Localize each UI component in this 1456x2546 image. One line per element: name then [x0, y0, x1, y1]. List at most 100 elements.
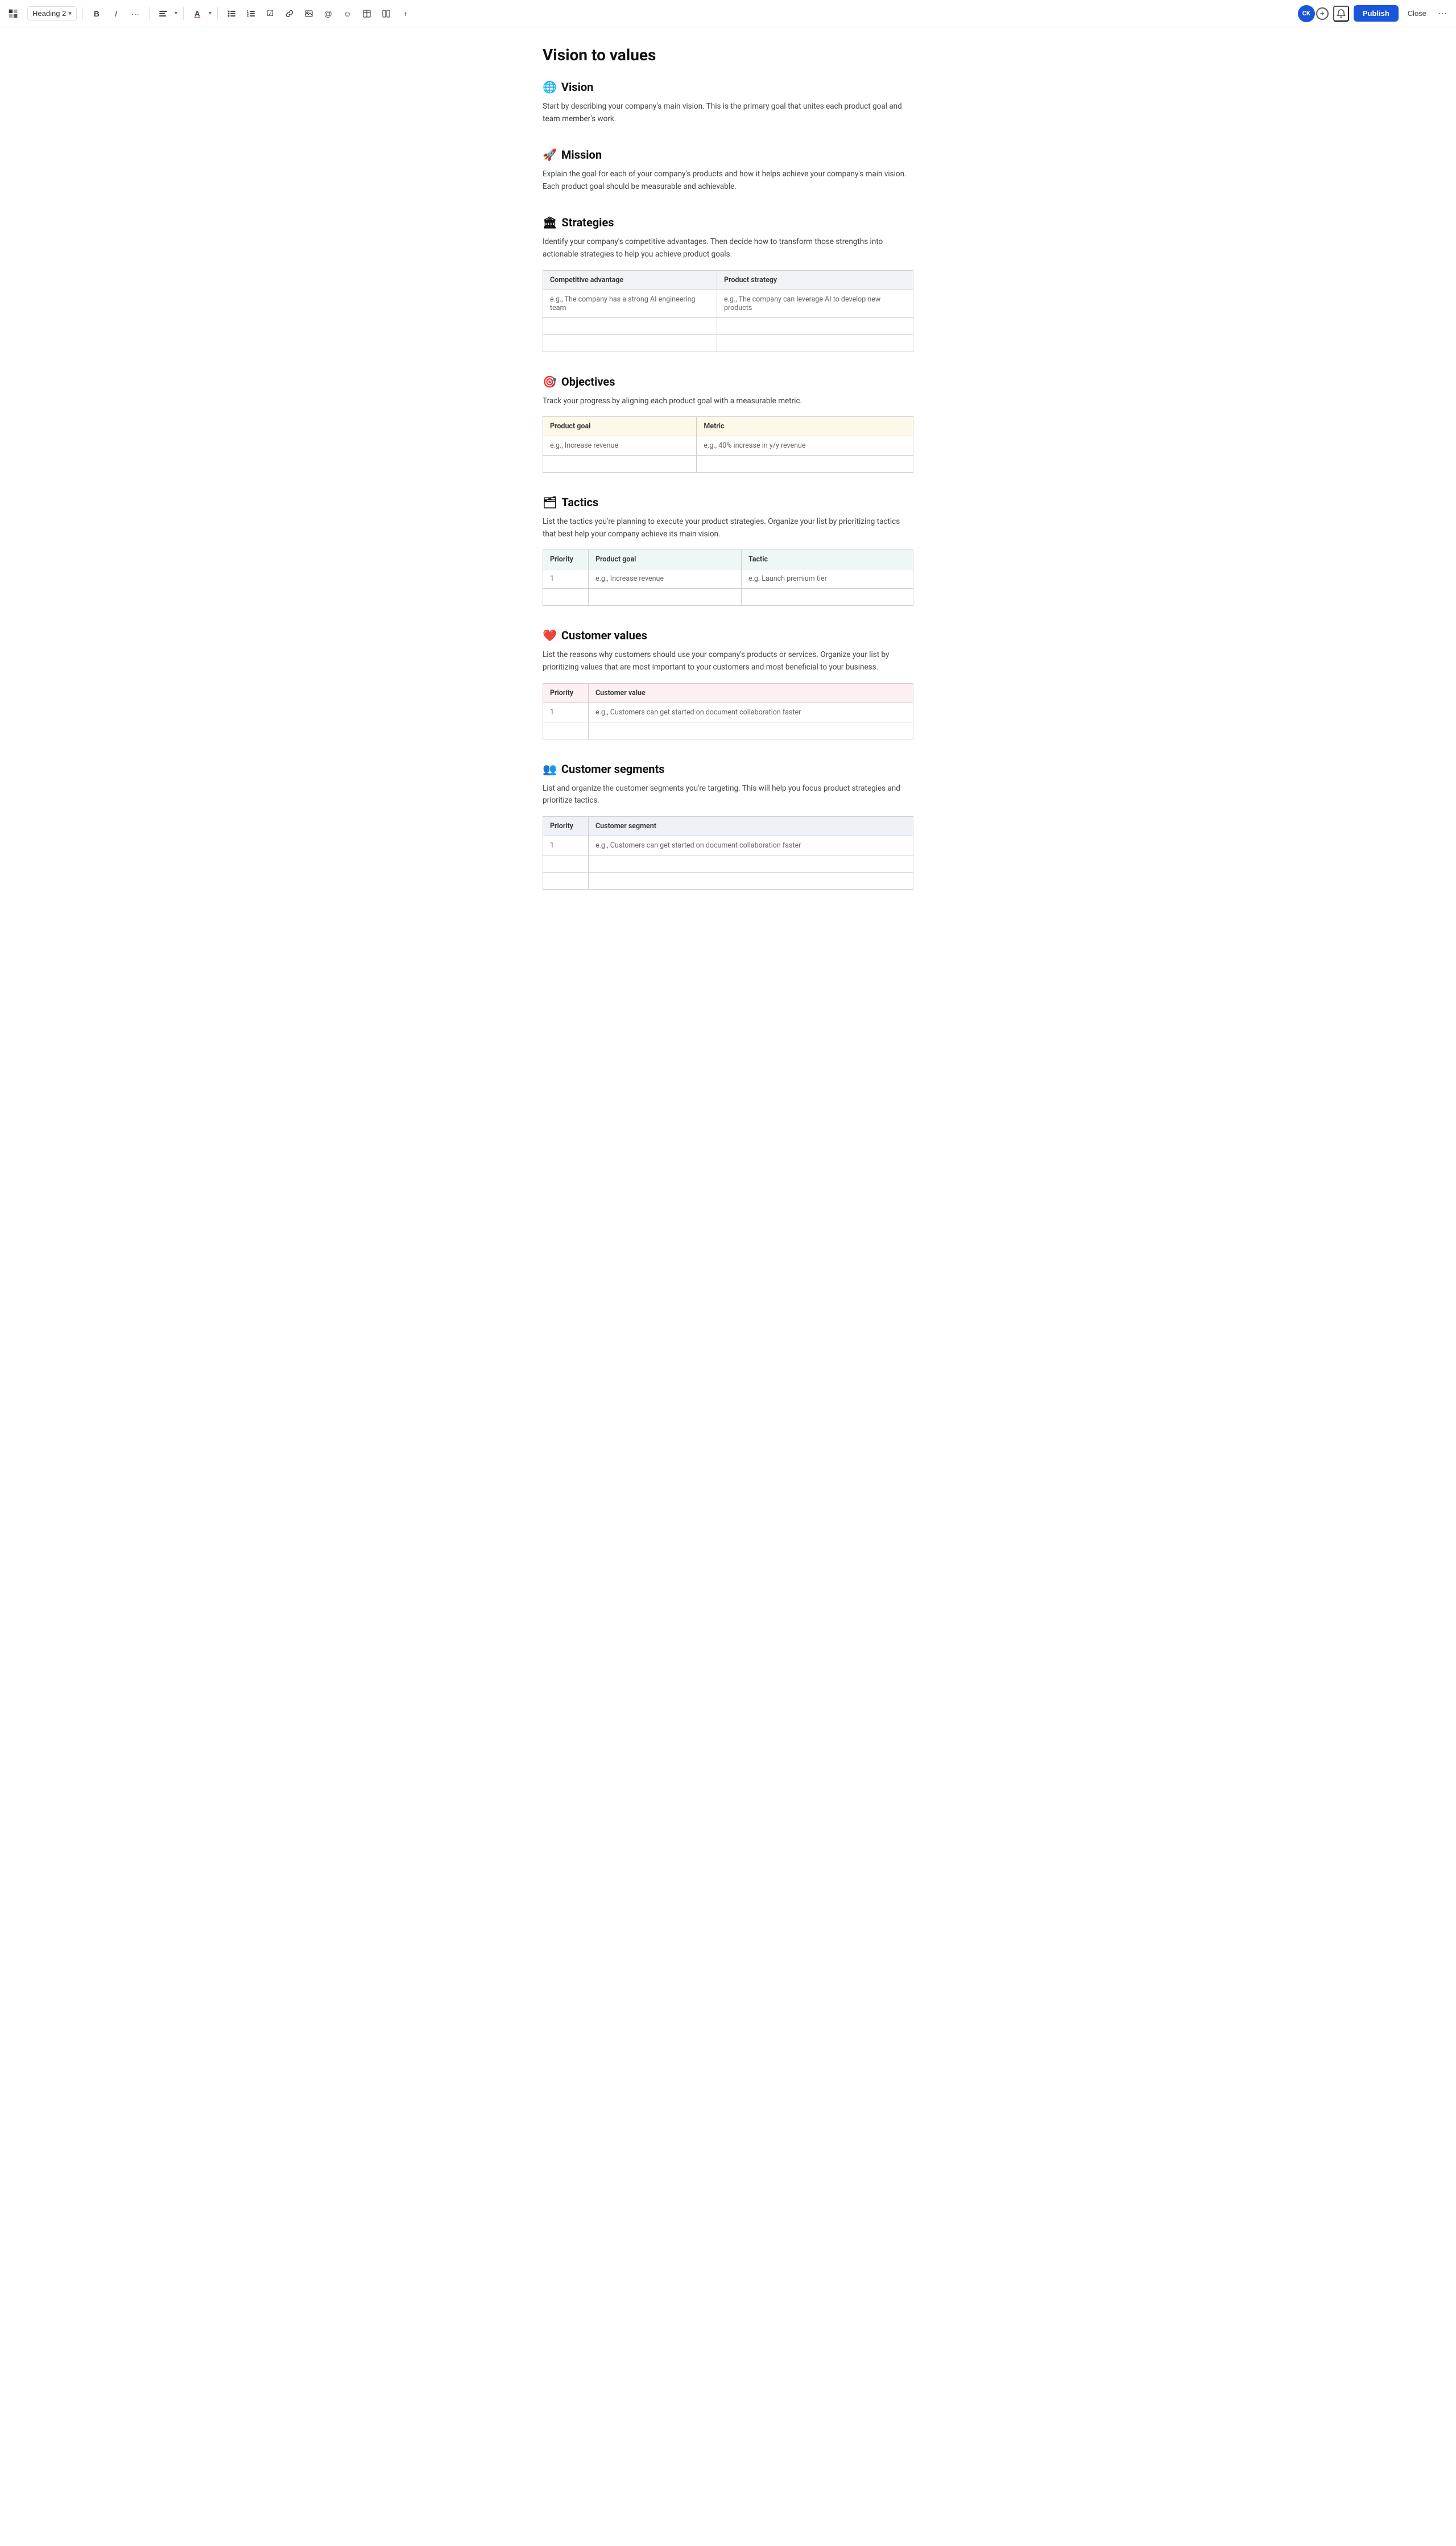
table-row[interactable] [543, 334, 913, 352]
cv-row2-col2[interactable] [589, 722, 913, 739]
notifications-button[interactable] [1333, 6, 1349, 22]
heading-selector-label: Heading 2 [32, 9, 66, 18]
columns-button[interactable] [378, 6, 394, 22]
vision-heading: 🌐 Vision [543, 80, 913, 94]
tactics-row2-col2[interactable] [589, 589, 742, 606]
objectives-row2-col1[interactable] [543, 456, 697, 473]
objectives-text[interactable]: Track your progress by aligning each pro… [543, 395, 913, 408]
cs-row2-col1[interactable] [543, 855, 589, 872]
objectives-row2-col2[interactable] [697, 456, 913, 473]
cs-row3-col1[interactable] [543, 872, 589, 889]
objectives-row1-col2[interactable]: e.g., 40% increase in y/y revenue [697, 436, 913, 456]
color-dropdown-icon[interactable]: ▾ [209, 10, 212, 16]
tactics-text[interactable]: List the tactics you're planning to exec… [543, 516, 913, 540]
cs-row1-col1[interactable]: 1 [543, 836, 589, 855]
publish-button[interactable]: Publish [1354, 5, 1399, 22]
table-button[interactable] [359, 6, 375, 22]
customer-values-emoji: ❤️ [543, 629, 557, 642]
table-row[interactable]: 1 e.g., Customers can get started on doc… [543, 836, 913, 855]
strategies-section: 🏛 Strategies Identify your company's com… [543, 216, 913, 352]
mention-button[interactable]: @ [320, 6, 336, 22]
document-title[interactable]: Vision to values [543, 46, 913, 64]
cv-col-1: Priority [543, 683, 589, 702]
app-logo [7, 7, 19, 20]
table-row[interactable]: 1 e.g., Customers can get started on doc… [543, 702, 913, 722]
align-button[interactable] [155, 6, 171, 22]
more-options-button[interactable]: ··· [1436, 6, 1449, 21]
strategies-row2-col1[interactable] [543, 317, 717, 334]
table-row[interactable] [543, 872, 913, 889]
tactics-col-2: Product goal [589, 550, 742, 569]
toolbar-divider-3 [183, 7, 184, 20]
cv-col-2: Customer value [589, 683, 913, 702]
strategies-row2-col2[interactable] [717, 317, 913, 334]
tactics-row1-col3[interactable]: e.g. Launch premium tier [741, 569, 913, 589]
close-button[interactable]: Close [1403, 5, 1431, 22]
table-row[interactable] [543, 855, 913, 872]
strategies-row1-col1[interactable]: e.g., The company has a strong AI engine… [543, 290, 717, 317]
tactics-row2-col3[interactable] [741, 589, 913, 606]
chevron-down-icon: ▾ [68, 10, 72, 17]
toolbar-divider-1 [82, 7, 83, 20]
numbered-list-button[interactable]: 1. 2. 3. [243, 6, 259, 22]
bullet-list-button[interactable] [224, 6, 239, 22]
customer-values-table: Priority Customer value 1 e.g., Customer… [543, 683, 913, 739]
tactics-row1-col2[interactable]: e.g., Increase revenue [589, 569, 742, 589]
strategies-row3-col1[interactable] [543, 334, 717, 352]
tactics-row1-col1[interactable]: 1 [543, 569, 589, 589]
align-dropdown-icon[interactable]: ▾ [175, 10, 177, 16]
vision-text[interactable]: Start by describing your company's main … [543, 101, 913, 125]
link-button[interactable] [282, 6, 297, 22]
table-row[interactable] [543, 722, 913, 739]
user-avatar[interactable]: CK [1298, 5, 1315, 22]
customer-segments-text[interactable]: List and organize the customer segments … [543, 783, 913, 807]
text-color-button[interactable]: A [189, 6, 205, 22]
cv-row2-col1[interactable] [543, 722, 589, 739]
emoji-button[interactable]: ☺ [340, 6, 355, 22]
mission-section: 🚀 Mission Explain the goal for each of y… [543, 148, 913, 193]
tactics-row2-col1[interactable] [543, 589, 589, 606]
more-format-button[interactable]: ··· [127, 6, 143, 22]
image-button[interactable] [301, 6, 317, 22]
customer-segments-emoji: 👥 [543, 762, 557, 776]
table-row[interactable] [543, 456, 913, 473]
tactics-col-3: Tactic [741, 550, 913, 569]
tactics-col-1: Priority [543, 550, 589, 569]
vision-section: 🌐 Vision Start by describing your compan… [543, 80, 913, 125]
table-row[interactable]: e.g., Increase revenue e.g., 40% increas… [543, 436, 913, 456]
strategies-text[interactable]: Identify your company's competitive adva… [543, 236, 913, 261]
tactics-heading: 🗂 Tactics [543, 495, 913, 509]
task-list-button[interactable]: ☑ [262, 6, 278, 22]
cs-row1-col2[interactable]: e.g., Customers can get started on docum… [589, 836, 913, 855]
customer-segments-section: 👥 Customer segments List and organize th… [543, 762, 913, 890]
strategies-row3-col2[interactable] [717, 334, 913, 352]
tactics-emoji: 🗂 [543, 495, 557, 509]
tactics-section: 🗂 Tactics List the tactics you're planni… [543, 495, 913, 606]
toolbar: Heading 2 ▾ B I ··· ▾ A ▾ 1. 2. [0, 0, 1456, 27]
table-row[interactable] [543, 317, 913, 334]
customer-values-section: ❤️ Customer values List the reasons why … [543, 629, 913, 739]
table-row[interactable]: e.g., The company has a strong AI engine… [543, 290, 913, 317]
add-collaborator-button[interactable]: + [1316, 7, 1329, 20]
cs-col-2: Customer segment [589, 816, 913, 836]
mission-text[interactable]: Explain the goal for each of your compan… [543, 168, 913, 193]
customer-values-text[interactable]: List the reasons why customers should us… [543, 649, 913, 673]
strategies-row1-col2[interactable]: e.g., The company can leverage AI to dev… [717, 290, 913, 317]
cv-row1-col2[interactable]: e.g., Customers can get started on docum… [589, 702, 913, 722]
cs-row2-col2[interactable] [589, 855, 913, 872]
table-row[interactable] [543, 589, 913, 606]
heading-selector[interactable]: Heading 2 ▾ [27, 6, 77, 20]
toolbar-divider-4 [217, 7, 218, 20]
table-row[interactable]: 1 e.g., Increase revenue e.g. Launch pre… [543, 569, 913, 589]
objectives-col-1: Product goal [543, 417, 697, 436]
toolbar-divider-2 [149, 7, 150, 20]
cv-row1-col1[interactable]: 1 [543, 702, 589, 722]
objectives-row1-col1[interactable]: e.g., Increase revenue [543, 436, 697, 456]
strategies-table: Competitive advantage Product strategy e… [543, 270, 913, 352]
bold-button[interactable]: B [89, 6, 105, 22]
customer-segments-table: Priority Customer segment 1 e.g., Custom… [543, 816, 913, 890]
cs-row3-col2[interactable] [589, 872, 913, 889]
italic-button[interactable]: I [108, 6, 124, 22]
more-tools-button[interactable]: + [398, 6, 413, 22]
objectives-section: 🎯 Objectives Track your progress by alig… [543, 375, 913, 473]
